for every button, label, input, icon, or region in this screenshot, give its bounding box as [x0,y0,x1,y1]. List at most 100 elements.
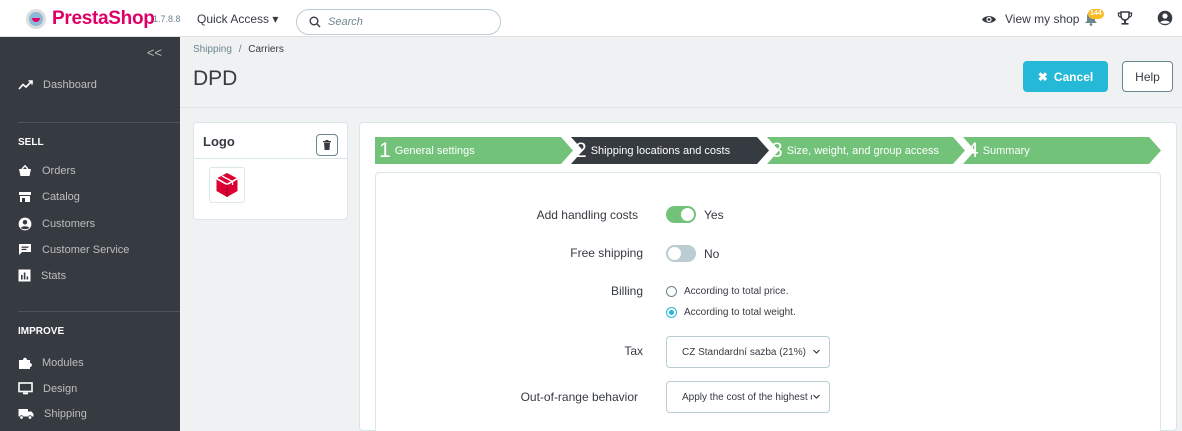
free-shipping-label: Free shipping [570,246,643,260]
search-icon [309,16,321,28]
step-label: Size, weight, and group access [786,144,939,157]
sidebar-item-customer-service[interactable]: Customer Service [18,243,129,256]
billing-label: Billing [610,284,643,298]
collapse-sidebar-button[interactable]: << [147,45,162,60]
notification-badge: 144 [1088,9,1104,19]
sidebar-item-label: Customer Service [42,243,130,256]
brand-logo[interactable]: PrestaShop [26,8,155,30]
bar-chart-icon [18,269,31,282]
account-circle-icon [18,217,32,231]
delete-logo-button[interactable] [316,134,338,156]
sidebar-heading-improve: IMPROVE [18,326,65,337]
sidebar-item-label: Design [43,382,78,395]
trophy-icon[interactable] [1117,10,1133,26]
breadcrumb-separator: / [238,44,242,55]
monitor-icon [18,382,33,395]
top-bar: PrestaShop 1.7.8.8 Quick Access ▾ View m… [0,0,1182,37]
sidebar-item-dashboard[interactable]: Dashboard [18,79,97,91]
sidebar-divider [18,122,180,123]
chevron-down-icon [813,394,820,399]
step-label: Summary [982,144,1030,157]
out-of-range-label: Out-of-range behavior [520,390,638,404]
out-of-range-select-value: Apply the cost of the highest defined ra… [682,391,812,403]
step-number: 3 [771,139,783,162]
sidebar: << Dashboard SELL Orders Catalog Custome… [0,37,180,431]
radio-label: According to total weight. [684,307,796,318]
breadcrumb-shipping-link[interactable]: Shipping [193,44,232,55]
step-number: 1 [379,139,391,162]
truck-icon [18,409,34,420]
logo-card-title: Logo [203,134,235,149]
quick-access-dropdown[interactable]: Quick Access ▾ [197,12,278,26]
sidebar-item-label: Customers [42,218,96,230]
sidebar-item-label: Orders [42,165,76,177]
toggle-knob [681,208,694,221]
carrier-logo-image [209,167,245,203]
page-title: DPD [193,67,238,90]
breadcrumb: Shipping / Carriers [193,44,284,55]
shopping-basket-icon [19,165,31,176]
brand-name: PrestaShop [52,8,155,29]
logo-card-divider [194,158,347,159]
sidebar-item-label: Modules [42,357,84,369]
wizard-step-general-settings[interactable]: 1 General settings [375,137,475,164]
sidebar-item-design[interactable]: Design [18,382,77,395]
free-shipping-toggle[interactable] [666,245,696,262]
sidebar-item-customers[interactable]: Customers [18,217,95,231]
version-label: 1.7.8.8 [153,14,181,24]
store-icon [19,192,31,202]
toggle-knob [668,247,681,260]
sidebar-item-label: Catalog [42,191,80,203]
wizard-step-shipping-locations[interactable]: 2 Shipping locations and costs [571,137,730,164]
handling-costs-label: Add handling costs [536,208,638,222]
sidebar-item-label: Dashboard [43,79,97,91]
free-shipping-value: No [704,247,720,261]
handling-costs-value: Yes [704,208,724,222]
sidebar-heading-sell: SELL [18,137,44,148]
handling-costs-toggle[interactable] [666,206,696,223]
radio-button-selected[interactable] [666,307,677,318]
tax-select[interactable]: CZ Standardní sazba (21%) [666,336,830,368]
sidebar-item-orders[interactable]: Orders [18,165,76,177]
trending-up-icon [18,80,33,90]
wizard-step-size-weight-group[interactable]: 3 Size, weight, and group access [767,137,939,164]
view-my-shop-link[interactable]: View my shop [981,12,1079,26]
search-box[interactable] [296,9,501,35]
radio-label: According to total price. [684,286,789,297]
logo-card: Logo [193,122,348,220]
eye-icon [982,15,996,23]
close-icon: ✖ [1037,69,1048,84]
user-account-icon[interactable] [1157,10,1173,26]
search-input[interactable] [328,16,478,28]
view-my-shop-label: View my shop [1005,12,1080,26]
dpd-cube-logo-icon [216,173,238,197]
breadcrumb-current: Carriers [248,44,284,55]
sidebar-item-label: Stats [41,269,67,282]
chevron-down-icon [813,349,820,354]
radio-button[interactable] [666,286,677,297]
puzzle-piece-icon [19,357,32,369]
tax-select-value: CZ Standardní sazba (21%) [682,346,806,358]
chat-icon [19,244,31,255]
out-of-range-select[interactable]: Apply the cost of the highest defined ra… [666,381,830,413]
wizard-step-summary[interactable]: 4 Summary [963,137,1030,164]
sidebar-item-shipping[interactable]: Shipping [18,408,87,420]
sidebar-item-modules[interactable]: Modules [18,356,84,370]
header-divider [180,107,1182,108]
sidebar-item-label: Shipping [44,408,87,420]
sidebar-divider [18,311,180,312]
sidebar-item-catalog[interactable]: Catalog [18,191,80,203]
step-label: General settings [394,144,475,157]
cancel-label: Cancel [1053,69,1094,84]
step-number: 4 [967,139,979,162]
wizard-steps: 1 General settings 2 Shipping locations … [375,137,1165,164]
puffin-logo-icon [26,9,46,29]
billing-option-total-price[interactable]: According to total price. [666,286,789,297]
tax-label: Tax [624,344,643,358]
step-label: Shipping locations and costs [590,144,731,157]
help-button[interactable]: Help [1122,61,1173,92]
trash-icon [323,140,331,150]
billing-option-total-weight[interactable]: According to total weight. [666,307,796,318]
sidebar-item-stats[interactable]: Stats [18,269,66,282]
cancel-button[interactable]: ✖ Cancel [1023,61,1108,92]
